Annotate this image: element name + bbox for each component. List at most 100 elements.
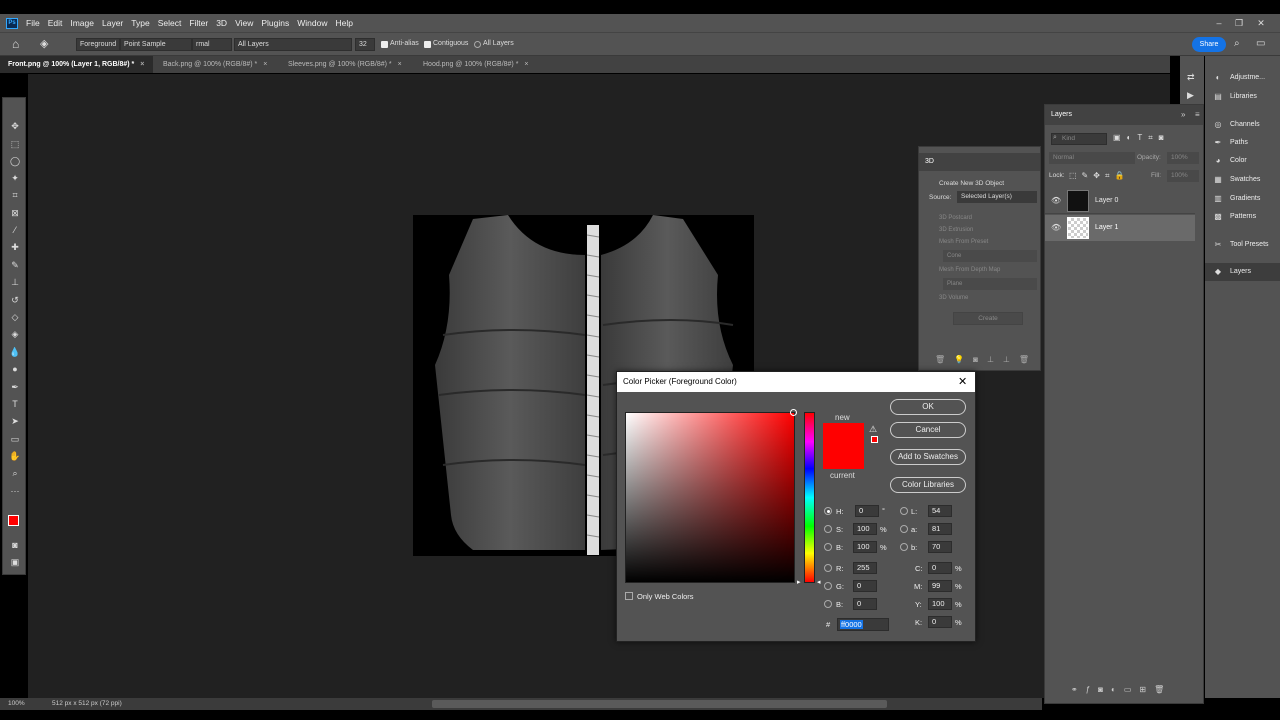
warning-icon[interactable]: ⚠	[869, 424, 877, 435]
visibility-eye-icon[interactable]: 👁	[1051, 223, 1061, 232]
tab-back[interactable]: Back.png @ 100% (RGB/8#) * ×	[155, 56, 280, 73]
antialias-checkbox[interactable]	[381, 41, 388, 48]
contiguous-checkbox[interactable]	[424, 41, 431, 48]
menu-image[interactable]: Image	[70, 18, 94, 28]
fill-input[interactable]: 100%	[1167, 170, 1199, 182]
fill-source-dropdown[interactable]: Foreground	[76, 38, 120, 51]
preset-dropdown[interactable]: Cone	[943, 250, 1037, 262]
all-layers-checkbox[interactable]	[474, 41, 481, 48]
option-3d-volume[interactable]: 3D Volume	[939, 295, 968, 301]
k-input[interactable]: 0	[928, 616, 952, 628]
panel-layers[interactable]: ◆ Layers	[1205, 263, 1280, 281]
layer-row[interactable]: 👁 Layer 0	[1045, 188, 1195, 214]
panel-patterns[interactable]: ▩ Patterns	[1205, 208, 1280, 226]
lock-icons[interactable]: ⬚✎✥⌗🔒	[1069, 171, 1129, 181]
brush-tool-icon[interactable]: ✎	[9, 259, 21, 271]
type-tool-icon[interactable]: T	[9, 398, 21, 410]
pen-tool-icon[interactable]: ✒	[9, 381, 21, 393]
hue-slider-right-arrow[interactable]: ◂	[817, 578, 821, 586]
option-depth-map[interactable]: Mesh From Depth Map	[939, 267, 1000, 273]
eyedropper-icon[interactable]: ⁄	[9, 224, 21, 236]
history-icon[interactable]: ⇄	[1187, 72, 1195, 83]
option-3d-extrusion[interactable]: 3D Extrusion	[939, 227, 973, 233]
color-target-marker[interactable]	[790, 409, 797, 416]
panel-color[interactable]: ◕ Color	[1205, 152, 1280, 170]
menu-filter[interactable]: Filter	[189, 18, 208, 28]
panel-libraries[interactable]: ▤ Libraries	[1205, 88, 1280, 106]
paint-bucket-icon[interactable]: ◈	[40, 37, 48, 50]
dodge-tool-icon[interactable]: ●	[9, 363, 21, 375]
crop-tool-icon[interactable]: ⌗	[9, 189, 21, 201]
quick-mask-icon[interactable]: ◙	[9, 539, 21, 551]
cancel-button[interactable]: Cancel	[890, 422, 966, 438]
menu-help[interactable]: Help	[335, 18, 352, 28]
c-input[interactable]: 0	[928, 562, 952, 574]
panel-channels[interactable]: ◎ Channels	[1205, 116, 1280, 134]
hue-radio[interactable]	[824, 507, 832, 515]
depth-dropdown[interactable]: Plane	[943, 278, 1037, 290]
l-input[interactable]: 54	[928, 505, 952, 517]
r-input[interactable]: 255	[853, 562, 877, 574]
hand-tool-icon[interactable]: ✋	[9, 450, 21, 462]
workspace-icon[interactable]: ▭	[1256, 38, 1265, 49]
only-web-colors-checkbox[interactable]	[625, 592, 633, 600]
ok-button[interactable]: OK	[890, 399, 966, 415]
menu-file[interactable]: File	[26, 18, 40, 28]
panel-swatches[interactable]: ▦ Swatches	[1205, 171, 1280, 189]
h-input[interactable]: 0	[855, 505, 879, 517]
green-radio[interactable]	[824, 582, 832, 590]
minimize-icon[interactable]: –	[1210, 14, 1228, 32]
blend-mode-dropdown[interactable]: rmal	[192, 38, 232, 51]
restore-icon[interactable]: ❐	[1230, 14, 1248, 32]
paint-bucket-tool-icon[interactable]: ◈	[9, 328, 21, 340]
share-button[interactable]: Share	[1192, 37, 1226, 52]
blur-tool-icon[interactable]: 💧	[9, 346, 21, 358]
path-selection-icon[interactable]: ➤	[9, 415, 21, 427]
menu-window[interactable]: Window	[297, 18, 327, 28]
saturation-brightness-field[interactable]	[625, 412, 795, 583]
close-icon[interactable]: ×	[263, 61, 267, 68]
sample-mode-dropdown[interactable]: Point Sample	[120, 38, 192, 51]
actions-play-icon[interactable]: ▶	[1187, 90, 1194, 101]
history-brush-icon[interactable]: ↺	[9, 294, 21, 306]
tab-sleeves[interactable]: Sleeves.png @ 100% (RGB/8#) * ×	[280, 56, 415, 73]
search-icon[interactable]: ⌕	[1234, 38, 1240, 49]
blend-mode-select[interactable]: Normal	[1049, 152, 1135, 164]
lasso-tool-icon[interactable]: ◯	[9, 155, 21, 167]
panel-adjustments[interactable]: ◐ Adjustme...	[1205, 69, 1280, 87]
3d-panel-footer-icons[interactable]: 🗑💡◙⊥⊥🗑	[935, 355, 1038, 364]
panel-tool-presets[interactable]: ✂ Tool Presets	[1205, 236, 1280, 254]
blue-radio[interactable]	[824, 600, 832, 608]
add-to-swatches-button[interactable]: Add to Swatches	[890, 449, 966, 465]
y-input[interactable]: 100	[928, 598, 952, 610]
close-icon[interactable]: ✕	[958, 375, 967, 388]
hue-slider-left-arrow[interactable]: ▸	[797, 578, 801, 586]
frame-tool-icon[interactable]: ⊠	[9, 207, 21, 219]
current-color-swatch[interactable]	[823, 446, 864, 469]
marquee-tool-icon[interactable]: ⬚	[9, 138, 21, 150]
color-libraries-button[interactable]: Color Libraries	[890, 477, 966, 493]
home-icon[interactable]: ⌂	[12, 37, 19, 51]
hue-slider[interactable]	[804, 412, 815, 583]
tab-front[interactable]: Front.png @ 100% (Layer 1, RGB/8#) * ×	[0, 56, 153, 73]
lab-b-input[interactable]: 70	[928, 541, 952, 553]
layer-row-selected[interactable]: 👁 Layer 1	[1045, 215, 1195, 241]
close-window-icon[interactable]: ✕	[1252, 14, 1270, 32]
brightness-radio[interactable]	[824, 543, 832, 551]
menu-3d[interactable]: 3D	[216, 18, 227, 28]
create-3d-button[interactable]: Create	[953, 312, 1023, 325]
opacity-input[interactable]: 100%	[1167, 152, 1199, 164]
clone-stamp-icon[interactable]: ⊥	[9, 276, 21, 288]
l-radio[interactable]	[900, 507, 908, 515]
tab-hood[interactable]: Hood.png @ 100% (RGB/8#) * ×	[415, 56, 545, 73]
layer-actions-icons[interactable]: ⚭ƒ◙◐▭⊞🗑	[1071, 685, 1172, 694]
menu-type[interactable]: Type	[131, 18, 149, 28]
filter-kind-input[interactable]: Kind	[1051, 133, 1107, 145]
panel-gradients[interactable]: ▥ Gradients	[1205, 190, 1280, 208]
screen-mode-icon[interactable]: ▣	[9, 556, 21, 568]
hex-input[interactable]: ff0000	[837, 618, 889, 631]
red-radio[interactable]	[824, 564, 832, 572]
rectangle-tool-icon[interactable]: ▭	[9, 433, 21, 445]
a-input[interactable]: 81	[928, 523, 952, 535]
visibility-eye-icon[interactable]: 👁	[1051, 196, 1061, 205]
